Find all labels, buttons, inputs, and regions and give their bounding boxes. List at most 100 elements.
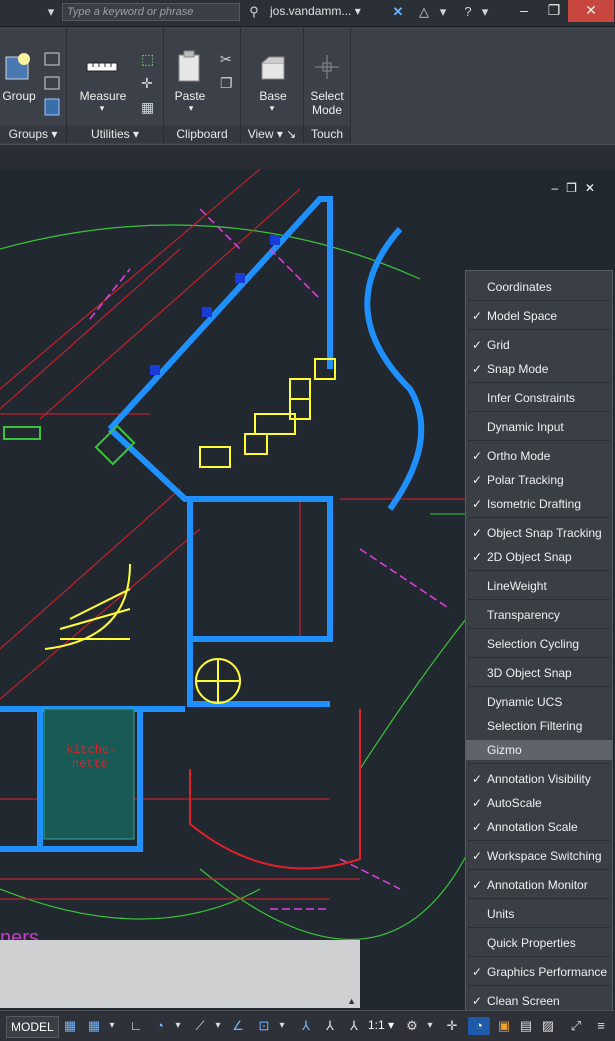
menu-item-ortho-mode[interactable]: ✓ Ortho Mode	[466, 446, 612, 466]
touch-panel-label[interactable]: Touch	[304, 126, 350, 143]
autoscale-icon[interactable]: ⅄	[320, 1017, 340, 1035]
calculator-icon[interactable]: ▦	[141, 99, 154, 116]
view-panel-label[interactable]: View ▾ ↘	[241, 126, 303, 143]
binoculars-icon[interactable]: ⚲	[244, 3, 264, 21]
menu-item-gizmo[interactable]: Gizmo	[466, 740, 612, 760]
base-view-icon[interactable]	[259, 53, 287, 83]
measure-icon[interactable]	[85, 55, 121, 79]
paste-button[interactable]: Paste	[170, 89, 210, 103]
menu-item-infer-constraints[interactable]: Infer Constraints	[466, 388, 612, 408]
group-tools-icons[interactable]	[43, 49, 63, 119]
dropdown-icon[interactable]: ▾	[106, 1017, 118, 1035]
dropdown-icon[interactable]: ▾	[212, 1017, 224, 1035]
menu-item-model-space[interactable]: ✓ Model Space	[466, 306, 612, 326]
utilities-panel-label[interactable]: Utilities ▾	[67, 126, 163, 143]
dropdown-icon[interactable]: ▾	[186, 103, 196, 114]
object-snap-icon[interactable]: ⊡	[254, 1017, 274, 1035]
dropdown-icon[interactable]: ▾	[44, 3, 58, 21]
dropdown-icon[interactable]: ▾	[97, 103, 107, 114]
menu-item-graphics-performance[interactable]: ✓ Graphics Performance	[466, 962, 612, 982]
close-button[interactable]: ✕	[568, 0, 614, 22]
model-space-button[interactable]: MODEL	[6, 1016, 59, 1038]
user-name[interactable]: jos.vandamm... ▾	[270, 4, 361, 18]
menu-item-grid[interactable]: ✓ Grid	[466, 335, 612, 355]
check-icon: ✓	[472, 449, 483, 463]
isodraft-icon[interactable]: ⟋	[190, 1017, 210, 1035]
snap-icon[interactable]: ▦	[84, 1017, 104, 1035]
ortho-icon[interactable]: ∟	[126, 1017, 146, 1035]
check-icon: ✓	[472, 965, 483, 979]
isolate-objects-icon[interactable]: ◔	[468, 1017, 490, 1035]
restore-button[interactable]: ❐	[540, 0, 568, 22]
paste-icon[interactable]	[176, 49, 204, 85]
kitchenette-area	[43, 708, 135, 840]
menu-item-autoscale[interactable]: ✓ AutoScale	[466, 793, 612, 813]
quick-select-icon[interactable]: ⬚	[141, 51, 154, 68]
menu-item-coordinates[interactable]: Coordinates	[466, 277, 612, 297]
menu-item-annotation-visibility[interactable]: ✓ Annotation Visibility	[466, 769, 612, 789]
select-mode-button[interactable]: Select Mode	[306, 89, 348, 117]
annotation-visibility-icon[interactable]: ⅄	[296, 1017, 316, 1035]
menu-item-snap-mode[interactable]: ✓ Snap Mode	[466, 359, 612, 379]
menu-item-units[interactable]: Units	[466, 904, 612, 924]
measure-button[interactable]: Measure	[75, 89, 131, 103]
menu-item-dynamic-ucs[interactable]: Dynamic UCS	[466, 692, 612, 712]
units-icon[interactable]: ▣	[494, 1017, 514, 1035]
a360-icon[interactable]: △	[414, 3, 434, 21]
customization-menu-icon[interactable]: ≡	[592, 1017, 610, 1035]
select-mode-icon[interactable]	[314, 53, 340, 81]
menu-item-quick-properties[interactable]: Quick Properties	[466, 933, 612, 953]
menu-item-workspace-switching[interactable]: ✓ Workspace Switching	[466, 846, 612, 866]
clean-screen-icon[interactable]: ⤢	[566, 1017, 586, 1035]
group-icon[interactable]	[4, 49, 34, 85]
annotation-monitor-icon[interactable]: ✛	[442, 1017, 462, 1035]
status-customization-menu: Coordinates ✓ Model Space ✓ Grid ✓ Snap Mode In…	[465, 270, 613, 1012]
menu-item-lineweight[interactable]: LineWeight	[466, 576, 612, 596]
menu-item-polar-tracking[interactable]: ✓ Polar Tracking	[466, 470, 612, 490]
menu-item-isometric-drafting[interactable]: ✓ Isometric Drafting	[466, 494, 612, 514]
dropdown-icon[interactable]: ▾	[436, 3, 450, 21]
menu-item-annotation-monitor[interactable]: ✓ Annotation Monitor	[466, 875, 612, 895]
help-icon[interactable]: ?	[458, 3, 478, 21]
dropdown-icon[interactable]: ▾	[172, 1017, 184, 1035]
quick-properties-icon[interactable]: ▤	[516, 1017, 536, 1035]
scroll-up-icon[interactable]: ▲	[347, 996, 356, 1006]
dropdown-icon[interactable]: ▾	[276, 1017, 288, 1035]
polar-icon[interactable]: ◔	[150, 1017, 170, 1035]
copy-icon[interactable]: ❐	[220, 75, 233, 92]
base-button[interactable]: Base	[251, 89, 295, 103]
menu-item-transparency[interactable]: Transparency	[466, 605, 612, 625]
dropdown-icon[interactable]: ▾	[424, 1017, 436, 1035]
minimize-button[interactable]: –	[510, 0, 538, 22]
object-snap-tracking-icon[interactable]: ∠	[228, 1017, 248, 1035]
cut-icon[interactable]: ✂	[220, 51, 232, 68]
menu-item-selection-filtering[interactable]: Selection Filtering	[466, 716, 612, 736]
annotation-scale-value[interactable]: 1:1 ▾	[368, 1018, 394, 1032]
menu-item-3d-object-snap[interactable]: 3D Object Snap	[466, 663, 612, 683]
grid-icon[interactable]: ▦	[60, 1017, 80, 1035]
command-line-area[interactable]: ▲	[0, 940, 360, 1008]
menu-item-dynamic-input[interactable]: Dynamic Input	[466, 417, 612, 437]
dropdown-icon[interactable]: ▾	[479, 3, 491, 21]
menu-item-2d-object-snap[interactable]: ✓ 2D Object Snap	[466, 547, 612, 567]
graphics-performance-icon[interactable]: ▨	[538, 1017, 558, 1035]
menu-item-selection-cycling[interactable]: Selection Cycling	[466, 634, 612, 654]
menu-item-label: Annotation Visibility	[487, 772, 591, 786]
check-icon: ✓	[472, 473, 483, 487]
annotation-scale-icon[interactable]: ⅄	[344, 1017, 364, 1035]
dropdown-icon[interactable]: ▾	[267, 103, 277, 114]
viewport-controls[interactable]: –❐✕	[552, 181, 604, 195]
check-icon: ✓	[472, 772, 483, 786]
locate-point-icon[interactable]: ✛	[141, 75, 153, 92]
menu-item-clean-screen[interactable]: ✓ Clean Screen	[466, 991, 612, 1011]
group-button[interactable]: Group	[2, 89, 36, 103]
menu-item-object-snap-tracking[interactable]: ✓ Object Snap Tracking	[466, 523, 612, 543]
search-input[interactable]: Type a keyword or phrase	[62, 3, 240, 21]
workspace-gear-icon[interactable]: ⚙	[402, 1017, 422, 1035]
menu-item-annotation-scale[interactable]: ✓ Annotation Scale	[466, 817, 612, 837]
exchange-icon[interactable]: ✕	[388, 3, 408, 21]
check-icon: ✓	[472, 994, 483, 1008]
groups-panel-label[interactable]: Groups ▾	[0, 126, 66, 143]
clipboard-panel-label[interactable]: Clipboard	[164, 126, 240, 143]
select-mode-line1: Select	[310, 89, 344, 103]
